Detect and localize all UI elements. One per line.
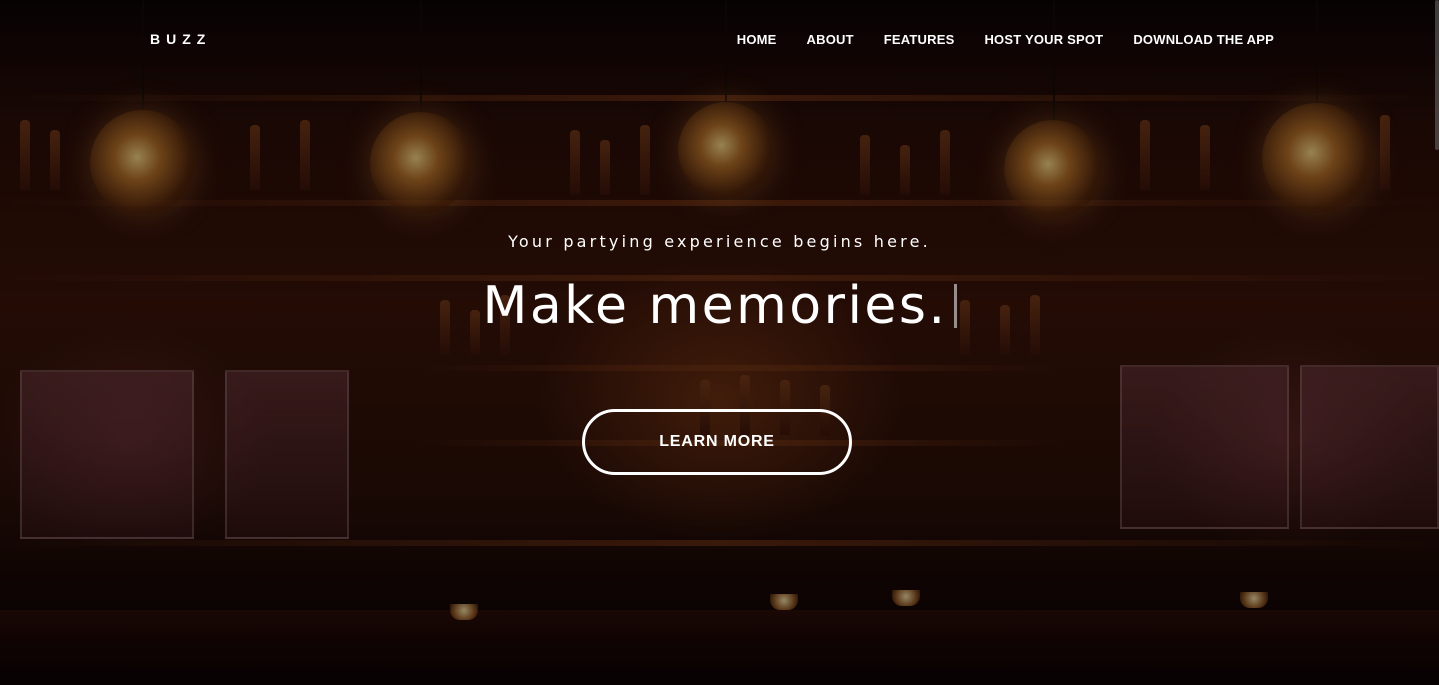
nav-link-features[interactable]: FEATURES — [884, 32, 955, 47]
nav-links: HOME ABOUT FEATURES HOST YOUR SPOT DOWNL… — [737, 32, 1274, 47]
hero-headline-wrapper: Make memories. — [0, 274, 1439, 338]
typing-cursor — [953, 284, 957, 328]
logo-link[interactable]: BUZZ — [150, 31, 211, 47]
learn-more-button[interactable]: LEARN MORE — [582, 409, 852, 475]
nav-link-host-your-spot[interactable]: HOST YOUR SPOT — [984, 32, 1103, 47]
nav-link-about[interactable]: ABOUT — [807, 32, 854, 47]
nav-link-download-the-app[interactable]: DOWNLOAD THE APP — [1133, 32, 1274, 47]
page-scrollbar[interactable] — [1435, 0, 1439, 150]
navbar: BUZZ HOME ABOUT FEATURES HOST YOUR SPOT … — [0, 0, 1439, 80]
hero-headline: Make memories. — [482, 276, 948, 336]
hero-section: BUZZ HOME ABOUT FEATURES HOST YOUR SPOT … — [0, 0, 1439, 685]
dark-overlay — [0, 0, 1439, 685]
nav-link-home[interactable]: HOME — [737, 32, 777, 47]
hero-tagline: Your partying experience begins here. — [508, 232, 931, 251]
